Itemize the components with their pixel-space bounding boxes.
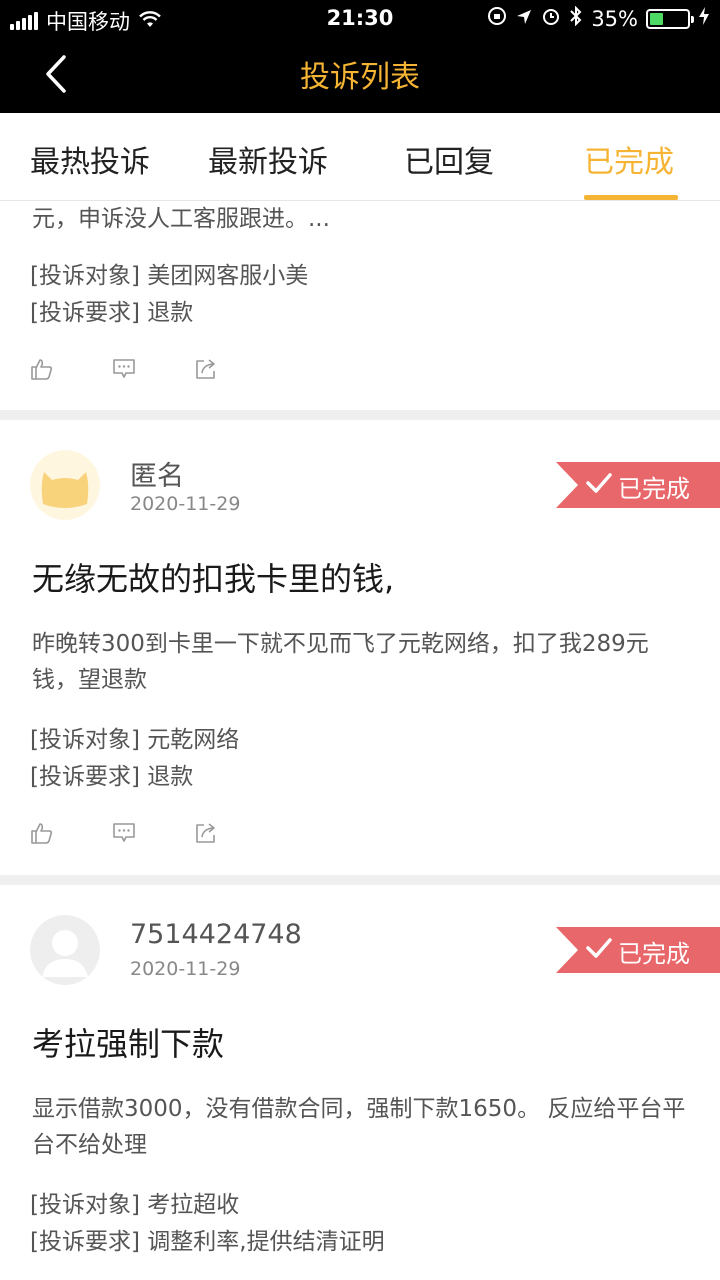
complaint-target-row: [投诉对象] 考拉超收 <box>30 1187 385 1224</box>
complaint-card[interactable]: 7514424748 2020-11-29 已完成 考拉强制下款 显示借款300… <box>0 885 720 1280</box>
battery-percent: 35% <box>591 6 638 31</box>
comment-icon[interactable] <box>112 821 136 845</box>
post-date: 2020-11-29 <box>130 958 241 980</box>
active-tab-indicator <box>584 195 678 200</box>
demand-value: 退款 <box>147 300 194 326</box>
battery-icon <box>646 8 694 29</box>
card-meta: [投诉对象] 美团网客服小美 [投诉要求] 退款 <box>30 258 308 332</box>
tab-latest[interactable]: 最新投诉 <box>208 137 328 181</box>
tab-completed[interactable]: 已完成 <box>584 137 674 181</box>
card-actions <box>30 821 218 845</box>
complaint-demand-row: [投诉要求] 退款 <box>30 759 239 796</box>
cat-avatar-icon <box>30 450 100 520</box>
card-body: 元，申诉没人工客服跟进。... <box>32 206 330 232</box>
bluetooth-icon <box>569 5 583 31</box>
target-value: 美团网客服小美 <box>147 263 309 289</box>
share-icon[interactable] <box>194 821 218 845</box>
demand-label: [投诉要求] <box>30 764 140 790</box>
tab-bar: 最热投诉 最新投诉 已回复 已完成 <box>0 113 720 201</box>
card-meta: [投诉对象] 元乾网络 [投诉要求] 退款 <box>30 722 239 796</box>
card-body: 显示借款3000，没有借款合同，强制下款1650。 反应给平台平台不给处理 <box>32 1096 686 1158</box>
status-right: 35% <box>487 5 710 31</box>
card-separator <box>0 875 720 885</box>
default-avatar-icon <box>30 915 100 985</box>
complaint-demand-row: [投诉要求] 退款 <box>30 295 308 332</box>
target-value: 元乾网络 <box>147 727 240 753</box>
complaint-card[interactable]: 元，申诉没人工客服跟进。... [投诉对象] 美团网客服小美 [投诉要求] 退款 <box>0 201 720 410</box>
tab-replied[interactable]: 已回复 <box>404 137 494 181</box>
status-badge: 已完成 <box>556 462 720 508</box>
demand-label: [投诉要求] <box>30 1229 140 1255</box>
top-bar: 中国移动 21:30 35% 投诉列表 <box>0 0 720 113</box>
demand-label: [投诉要求] <box>30 300 140 326</box>
badge-label: 已完成 <box>618 475 690 503</box>
check-icon <box>586 473 612 493</box>
status-bar: 中国移动 21:30 35% <box>0 0 720 38</box>
alarm-icon <box>541 6 561 31</box>
post-date: 2020-11-29 <box>130 493 241 515</box>
demand-value: 调整利率,提供结清证明 <box>147 1229 385 1255</box>
tab-hot[interactable]: 最热投诉 <box>30 137 150 181</box>
rotation-lock-icon <box>487 6 507 31</box>
thumbs-up-icon[interactable] <box>30 357 54 381</box>
complaint-card[interactable]: 匿名 2020-11-29 已完成 无缘无故的扣我卡里的钱, 昨晚转300到卡里… <box>0 420 720 875</box>
charging-icon <box>698 6 710 31</box>
card-title: 考拉强制下款 <box>32 1025 225 1063</box>
avatar <box>30 915 100 985</box>
card-meta: [投诉对象] 考拉超收 [投诉要求] 调整利率,提供结清证明 <box>30 1187 385 1261</box>
badge-label: 已完成 <box>618 940 690 968</box>
avatar <box>30 450 100 520</box>
thumbs-up-icon[interactable] <box>30 821 54 845</box>
card-actions <box>30 357 218 381</box>
card-body: 昨晚转300到卡里一下就不见而飞了元乾网络，扣了我289元钱，望退款 <box>32 631 649 693</box>
status-badge: 已完成 <box>556 927 720 973</box>
card-title: 无缘无故的扣我卡里的钱, <box>32 560 395 598</box>
complaint-demand-row: [投诉要求] 调整利率,提供结清证明 <box>30 1224 385 1261</box>
complaint-target-row: [投诉对象] 元乾网络 <box>30 722 239 759</box>
card-separator <box>0 410 720 420</box>
target-label: [投诉对象] <box>30 727 140 753</box>
target-label: [投诉对象] <box>30 263 140 289</box>
location-icon <box>515 7 533 31</box>
username: 7514424748 <box>130 919 302 950</box>
nav-bar: 投诉列表 <box>0 38 720 113</box>
username: 匿名 <box>130 461 184 492</box>
check-icon <box>586 938 612 958</box>
page-title: 投诉列表 <box>300 60 420 95</box>
share-icon[interactable] <box>194 357 218 381</box>
comment-icon[interactable] <box>112 357 136 381</box>
complaint-target-row: [投诉对象] 美团网客服小美 <box>30 258 308 295</box>
target-label: [投诉对象] <box>30 1192 140 1218</box>
target-value: 考拉超收 <box>147 1192 240 1218</box>
demand-value: 退款 <box>147 764 194 790</box>
